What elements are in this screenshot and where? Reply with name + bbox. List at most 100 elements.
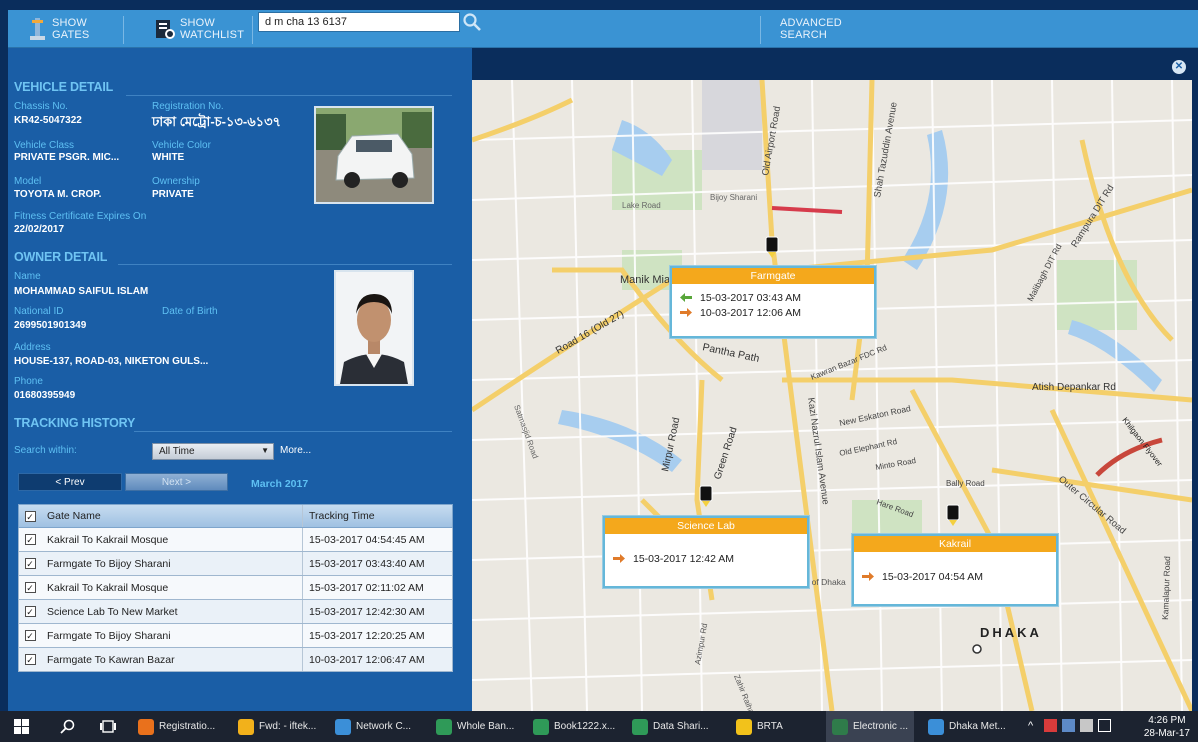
popup-entry: 15-03-2017 03:43 AM xyxy=(672,290,874,305)
row-checkbox[interactable]: ✓ xyxy=(24,630,36,641)
taskbar-clock[interactable]: 4:26 PM 28-Mar-17 xyxy=(1144,714,1190,740)
table-row[interactable]: ✓ Farmgate To Bijoy Sharani 15-03-2017 03:… xyxy=(18,552,453,576)
more-button[interactable]: More... xyxy=(276,443,316,460)
detail-panel: VEHICLE DETAIL Chassis No. KR42-5047322 … xyxy=(8,48,472,711)
prev-button[interactable]: < Prev xyxy=(18,473,122,491)
fitness-value: 22/02/2017 xyxy=(14,224,65,235)
advanced-search-button[interactable]: ADVANCED SEARCH xyxy=(780,14,842,44)
tray-app-icon[interactable] xyxy=(1044,719,1057,732)
search-icon[interactable] xyxy=(60,719,76,735)
next-button[interactable]: Next > xyxy=(125,473,228,491)
taskbar-app-button[interactable]: Network C... xyxy=(335,711,411,742)
gate-icon xyxy=(30,18,45,40)
taskbar-app-button[interactable]: Fwd: - iftek... xyxy=(238,711,316,742)
taskbar-app-label: Data Shari... xyxy=(653,721,709,732)
popup-entry-time: 15-03-2017 03:43 AM xyxy=(700,291,801,304)
taskbar-app-label: Network C... xyxy=(356,721,412,732)
registration-value: ঢাকা মেট্রো-চ-১৩-৬১৩৭ xyxy=(152,114,282,129)
taskbar-app-label: Dhaka Met... xyxy=(949,721,1006,732)
science-lab-popup[interactable]: Science Lab 15-03-2017 12:42 AM xyxy=(603,516,809,588)
tracking-time-cell: 15-03-2017 04:54:45 AM xyxy=(309,533,425,546)
chassis-value: KR42-5047322 xyxy=(14,115,82,126)
app-icon xyxy=(436,718,452,735)
gate-name-cell: Kakrail To Kakrail Mosque xyxy=(41,528,303,551)
toolbar-divider xyxy=(123,16,124,44)
row-checkbox[interactable]: ✓ xyxy=(24,534,36,545)
table-row[interactable]: ✓ Farmgate To Kawran Bazar 10-03-2017 12:0… xyxy=(18,648,453,672)
gate-name-column-header[interactable]: Gate Name xyxy=(41,505,303,527)
address-value: HOUSE-137, ROAD-03, NIKETON GULS... xyxy=(14,356,209,367)
kakrail-popup[interactable]: Kakrail 15-03-2017 04:54 AM xyxy=(852,534,1058,606)
chassis-label: Chassis No. xyxy=(14,101,68,112)
popup-title: Farmgate xyxy=(672,268,874,284)
task-view-icon[interactable] xyxy=(100,720,116,733)
table-row[interactable]: ✓ Science Lab To New Market 15-03-2017 12:… xyxy=(18,600,453,624)
chevron-down-icon: ▼ xyxy=(261,446,269,455)
app-icon xyxy=(533,718,549,735)
row-checkbox[interactable]: ✓ xyxy=(24,654,36,665)
taskbar-app-label: Whole Ban... xyxy=(457,721,515,732)
row-checkbox[interactable]: ✓ xyxy=(24,582,36,593)
network-icon[interactable] xyxy=(1062,719,1075,732)
row-checkbox[interactable]: ✓ xyxy=(24,606,36,617)
map-label-atish: Atish Depankar Rd xyxy=(1032,382,1116,393)
vehicle-color-value: WHITE xyxy=(152,152,185,163)
map-label-bijoy: Bijoy Sharani xyxy=(710,193,757,202)
map-view[interactable]: Manik Miah Pantha Path Mirpur Road Green… xyxy=(472,80,1192,711)
tracking-table: ✓ Gate Name Tracking Time ✓ Kakrail To Ka… xyxy=(18,504,453,672)
ownership-label: Ownership xyxy=(152,176,200,187)
popup-title: Science Lab xyxy=(605,518,807,534)
tracking-history-heading: TRACKING HISTORY xyxy=(14,416,136,430)
farmgate-popup[interactable]: Farmgate 15-03-2017 03:43 AM 10-03-2017 … xyxy=(670,266,876,338)
gate-name-cell: Farmgate To Bijoy Sharani xyxy=(41,624,303,647)
gate-name-cell: Kakrail To Kakrail Mosque xyxy=(41,576,303,599)
tracking-time-cell: 15-03-2017 02:11:02 AM xyxy=(309,581,424,594)
arrow-right-icon xyxy=(862,572,874,581)
search-within-dropdown[interactable]: All Time ▼ xyxy=(152,443,274,460)
tracking-time-cell: 15-03-2017 03:43:40 AM xyxy=(309,557,425,570)
ownership-value: PRIVATE xyxy=(152,189,194,200)
select-all-checkbox[interactable]: ✓ xyxy=(24,510,36,522)
taskbar-app-button[interactable]: Dhaka Met... xyxy=(928,711,1006,742)
taskbar-app-button[interactable]: Whole Ban... xyxy=(436,711,514,742)
advanced-search-line1: ADVANCED xyxy=(780,17,842,29)
show-gates-button[interactable]: SHOW GATES xyxy=(28,14,89,44)
clock-date: 28-Mar-17 xyxy=(1143,728,1190,739)
windows-taskbar: Registratio... Fwd: - iftek... Network C..… xyxy=(0,711,1198,742)
vehicle-search-input[interactable] xyxy=(258,12,460,32)
map-marker-icon[interactable] xyxy=(946,504,960,526)
taskbar-app-button[interactable]: Book1222.x... xyxy=(533,711,615,742)
notification-icon[interactable] xyxy=(1098,719,1111,732)
table-row[interactable]: ✓ Kakrail To Kakrail Mosque 15-03-2017 04:… xyxy=(18,528,453,552)
taskbar-app-button[interactable]: Registratio... xyxy=(138,711,215,742)
chevron-up-icon[interactable]: ^ xyxy=(1028,720,1033,732)
tracking-time-column-header[interactable]: Tracking Time xyxy=(303,510,452,522)
tracking-time-cell: 10-03-2017 12:06:47 AM xyxy=(309,653,425,666)
table-row[interactable]: ✓ Farmgate To Bijoy Sharani 15-03-2017 12:… xyxy=(18,624,453,648)
row-checkbox[interactable]: ✓ xyxy=(24,558,36,569)
map-marker-icon[interactable] xyxy=(699,485,713,507)
popup-entry: 15-03-2017 04:54 AM xyxy=(854,569,1056,584)
search-icon[interactable] xyxy=(462,12,482,32)
search-within-value: All Time xyxy=(159,446,195,457)
close-icon[interactable]: ✕ xyxy=(1172,60,1186,74)
taskbar-app-label: Fwd: - iftek... xyxy=(259,721,317,732)
table-row[interactable]: ✓ Kakrail To Kakrail Mosque 15-03-2017 02:… xyxy=(18,576,453,600)
app-icon xyxy=(832,718,848,735)
month-label: March 2017 xyxy=(251,478,309,490)
taskbar-app-button[interactable]: BRTA xyxy=(736,711,783,742)
volume-icon[interactable] xyxy=(1080,719,1093,732)
app-icon xyxy=(736,718,752,735)
taskbar-app-button[interactable]: Data Shari... xyxy=(632,711,709,742)
advanced-search-line2: SEARCH xyxy=(780,29,828,41)
show-watchlist-button[interactable]: SHOW WATCHLIST xyxy=(154,14,244,44)
app-icon xyxy=(335,718,351,735)
windows-start-icon[interactable] xyxy=(14,719,29,734)
taskbar-app-label: BRTA xyxy=(757,721,783,732)
taskbar-app-button[interactable]: Electronic ... xyxy=(826,711,915,742)
map-label-bally: Bally Road xyxy=(946,479,985,488)
taskbar-app-label: Electronic ... xyxy=(853,721,909,732)
show-gates-line1: SHOW xyxy=(52,17,88,29)
address-label: Address xyxy=(14,342,51,353)
map-marker-icon[interactable] xyxy=(765,236,779,258)
